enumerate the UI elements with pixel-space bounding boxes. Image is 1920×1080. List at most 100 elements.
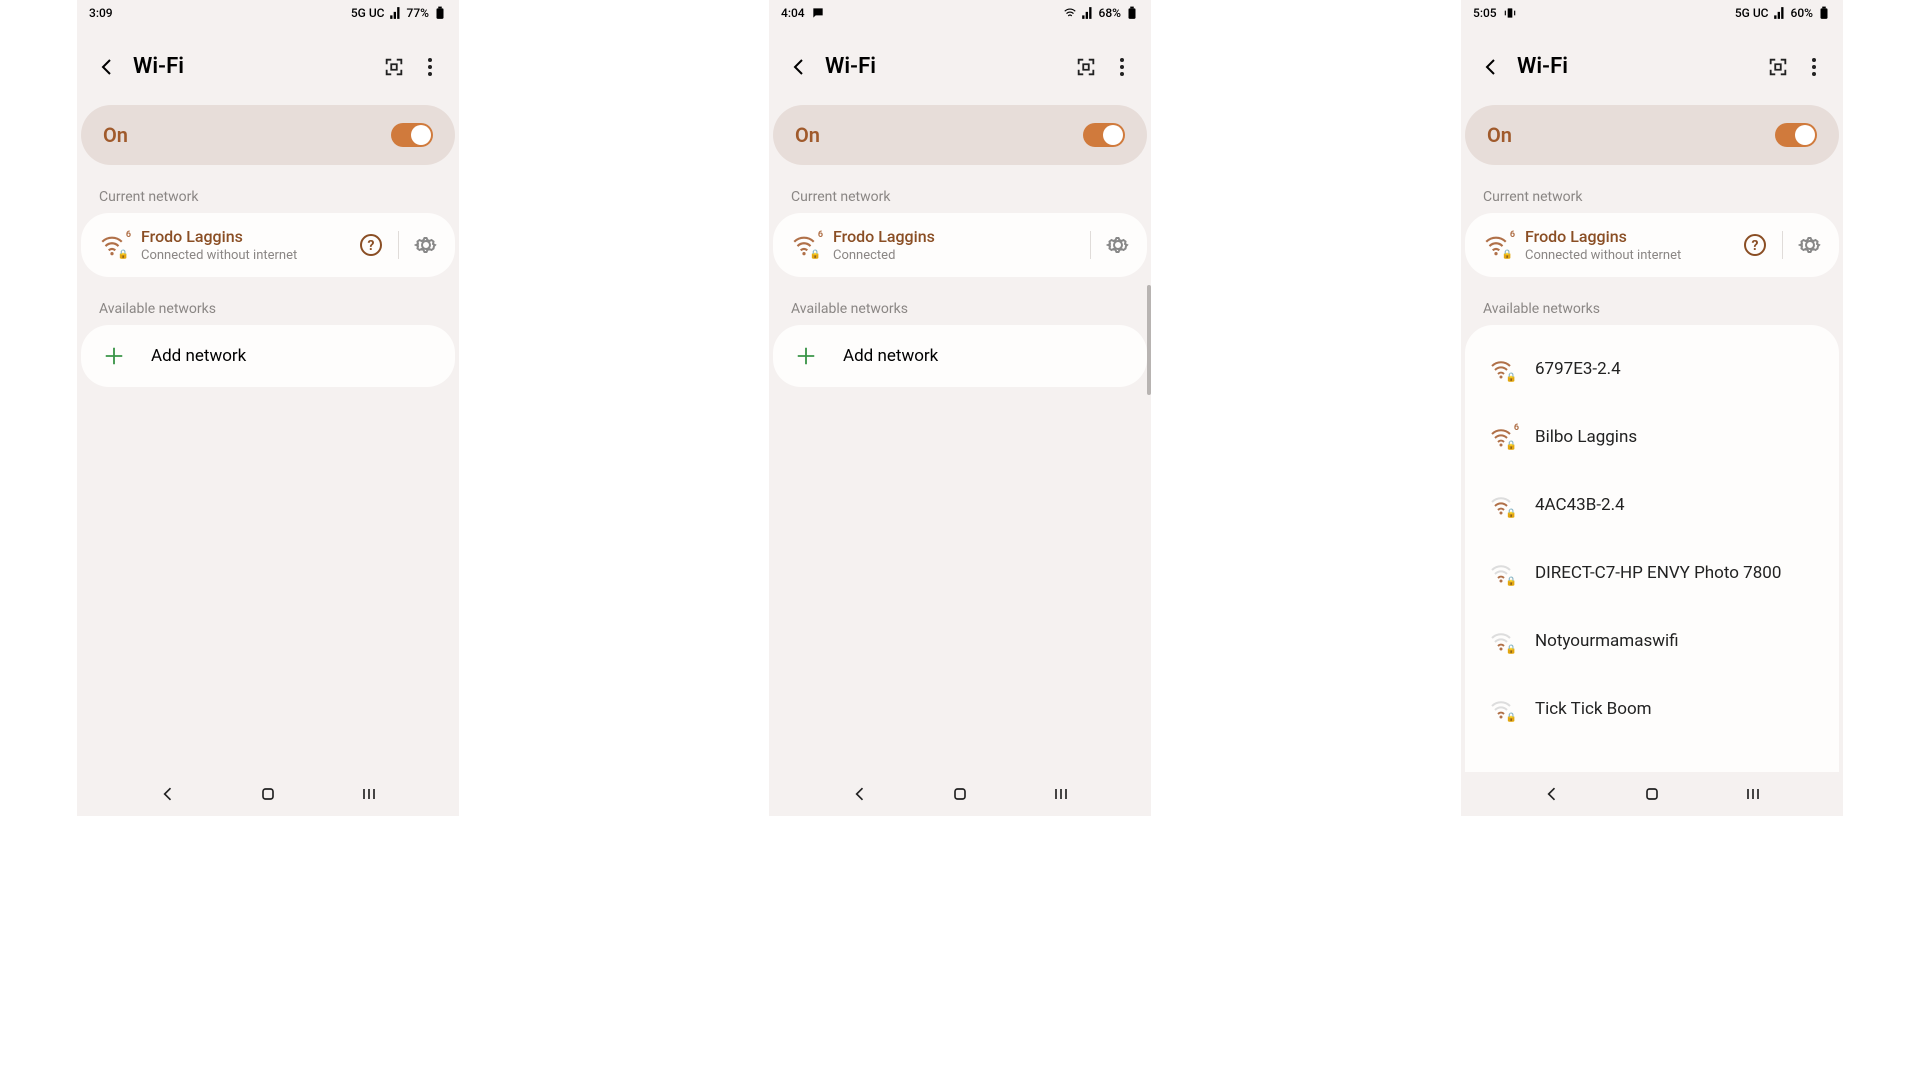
nav-recents-icon[interactable] bbox=[1051, 784, 1071, 804]
header: Wi-Fi bbox=[1461, 24, 1843, 97]
svg-text:?: ? bbox=[368, 238, 375, 254]
header: Wi-Fi bbox=[77, 24, 459, 97]
nav-back-icon[interactable] bbox=[1542, 784, 1562, 804]
wifi-status-icon bbox=[1063, 6, 1077, 20]
qr-scan-icon[interactable] bbox=[383, 56, 405, 78]
header: Wi-Fi bbox=[769, 24, 1151, 97]
add-network-label: Add network bbox=[843, 346, 938, 366]
wifi-toggle-card[interactable]: On bbox=[81, 105, 455, 165]
back-icon[interactable] bbox=[1479, 55, 1503, 79]
lock-icon: 🔒 bbox=[1506, 577, 1517, 587]
battery-icon bbox=[433, 6, 447, 20]
help-icon[interactable]: ? bbox=[1742, 232, 1768, 258]
current-network-card[interactable]: 6 🔒 Frodo Laggins Connected without inte… bbox=[1465, 213, 1839, 277]
current-network-card[interactable]: 6 🔒 Frodo Laggins Connected without inte… bbox=[81, 213, 455, 277]
lock-icon: 🔒 bbox=[1506, 509, 1517, 519]
page-title: Wi-Fi bbox=[825, 54, 1061, 79]
toggle-switch[interactable] bbox=[1083, 123, 1125, 147]
current-network-card[interactable]: 6 🔒 Frodo Laggins Connected bbox=[773, 213, 1147, 277]
wifi-6-badge: 6 bbox=[1510, 230, 1515, 240]
qr-scan-icon[interactable] bbox=[1767, 56, 1789, 78]
gear-icon[interactable] bbox=[1105, 232, 1131, 258]
network-status: Connected without internet bbox=[1525, 248, 1728, 263]
current-section-label: Current network bbox=[77, 165, 459, 213]
wifi-6-badge: 6 bbox=[1514, 423, 1519, 433]
phone-panel: 4:04 68% Wi-Fi On Current network 6 🔒 Fr… bbox=[769, 0, 1151, 816]
signal-icon bbox=[1081, 6, 1095, 20]
back-icon[interactable] bbox=[787, 55, 811, 79]
nav-bar bbox=[769, 772, 1151, 816]
scroll-indicator[interactable] bbox=[1147, 285, 1151, 395]
more-icon[interactable] bbox=[1803, 56, 1825, 78]
lock-icon: 🔒 bbox=[1506, 441, 1517, 451]
network-name: Notyourmamaswifi bbox=[1535, 631, 1679, 651]
network-item[interactable]: 🔒 6797E3-2.4 bbox=[1465, 335, 1839, 403]
add-network-label: Add network bbox=[151, 346, 246, 366]
available-section-label: Available networks bbox=[77, 277, 459, 325]
svg-text:?: ? bbox=[1752, 238, 1759, 254]
nav-recents-icon[interactable] bbox=[1743, 784, 1763, 804]
more-icon[interactable] bbox=[419, 56, 441, 78]
wifi-icon: 6 🔒 bbox=[97, 232, 127, 258]
toggle-switch[interactable] bbox=[391, 123, 433, 147]
network-name: 6797E3-2.4 bbox=[1535, 359, 1621, 379]
clock: 5:05 bbox=[1473, 6, 1497, 20]
toggle-switch[interactable] bbox=[1775, 123, 1817, 147]
battery-text: 60% bbox=[1791, 6, 1813, 20]
wifi-icon: 6 🔒 bbox=[1481, 232, 1511, 258]
phone-panel: 5:05 5G UC 60% Wi-Fi On Current network … bbox=[1461, 0, 1843, 816]
lock-icon: 🔒 bbox=[1506, 645, 1517, 655]
gear-icon[interactable] bbox=[413, 232, 439, 258]
network-name: Tick Tick Boom bbox=[1535, 699, 1652, 719]
network-name: Frodo Laggins bbox=[141, 227, 344, 246]
wifi-icon: 🔒 bbox=[1487, 493, 1515, 517]
clock: 3:09 bbox=[89, 6, 113, 20]
network-item[interactable]: 🔒 DIRECT-C7-HP ENVY Photo 7800 bbox=[1465, 539, 1839, 607]
phone-panel: 3:09 5G UC 77% Wi-Fi On Current network … bbox=[77, 0, 459, 816]
chat-icon bbox=[811, 6, 825, 20]
nav-bar bbox=[77, 772, 459, 816]
help-icon[interactable]: ? bbox=[358, 232, 384, 258]
gear-icon[interactable] bbox=[1797, 232, 1823, 258]
nav-home-icon[interactable] bbox=[950, 784, 970, 804]
network-name: Frodo Laggins bbox=[833, 227, 1076, 246]
current-section-label: Current network bbox=[769, 165, 1151, 213]
wifi-icon: 6 🔒 bbox=[789, 232, 819, 258]
network-item[interactable]: 🔒 Notyourmamaswifi bbox=[1465, 607, 1839, 675]
wifi-6-badge: 6 bbox=[818, 230, 823, 240]
nav-back-icon[interactable] bbox=[158, 784, 178, 804]
network-name: 4AC43B-2.4 bbox=[1535, 495, 1625, 515]
wifi-icon: 🔒 bbox=[1487, 561, 1515, 585]
network-type: 5G UC bbox=[351, 6, 385, 20]
add-network-button[interactable]: Add network bbox=[773, 325, 1147, 387]
nav-home-icon[interactable] bbox=[258, 784, 278, 804]
network-name: DIRECT-C7-HP ENVY Photo 7800 bbox=[1535, 563, 1781, 583]
lock-icon: 🔒 bbox=[1506, 373, 1517, 383]
network-type: 5G UC bbox=[1735, 6, 1769, 20]
wifi-toggle-card[interactable]: On bbox=[773, 105, 1147, 165]
plus-icon bbox=[103, 345, 125, 367]
network-item[interactable]: 🔒 4AC43B-2.4 bbox=[1465, 471, 1839, 539]
back-icon[interactable] bbox=[95, 55, 119, 79]
more-icon[interactable] bbox=[1111, 56, 1133, 78]
available-section-label: Available networks bbox=[769, 277, 1151, 325]
qr-scan-icon[interactable] bbox=[1075, 56, 1097, 78]
status-bar: 5:05 5G UC 60% bbox=[1461, 0, 1843, 24]
wifi-toggle-card[interactable]: On bbox=[1465, 105, 1839, 165]
nav-recents-icon[interactable] bbox=[359, 784, 379, 804]
divider bbox=[1782, 231, 1783, 259]
nav-back-icon[interactable] bbox=[850, 784, 870, 804]
status-bar: 4:04 68% bbox=[769, 0, 1151, 24]
nav-home-icon[interactable] bbox=[1642, 784, 1662, 804]
lock-icon: 🔒 bbox=[118, 250, 129, 260]
toggle-label: On bbox=[103, 123, 128, 147]
network-item[interactable]: 6 🔒 Bilbo Laggins bbox=[1465, 403, 1839, 471]
network-item[interactable]: 🔒 Tick Tick Boom bbox=[1465, 675, 1839, 743]
page-title: Wi-Fi bbox=[1517, 54, 1753, 79]
available-networks-list: 🔒 6797E3-2.4 6 🔒 Bilbo Laggins 🔒 4AC43B-… bbox=[1465, 325, 1839, 816]
add-network-button[interactable]: Add network bbox=[81, 325, 455, 387]
wifi-icon: 🔒 bbox=[1487, 629, 1515, 653]
lock-icon: 🔒 bbox=[1502, 250, 1513, 260]
available-section-label: Available networks bbox=[1461, 277, 1843, 325]
plus-icon bbox=[795, 345, 817, 367]
